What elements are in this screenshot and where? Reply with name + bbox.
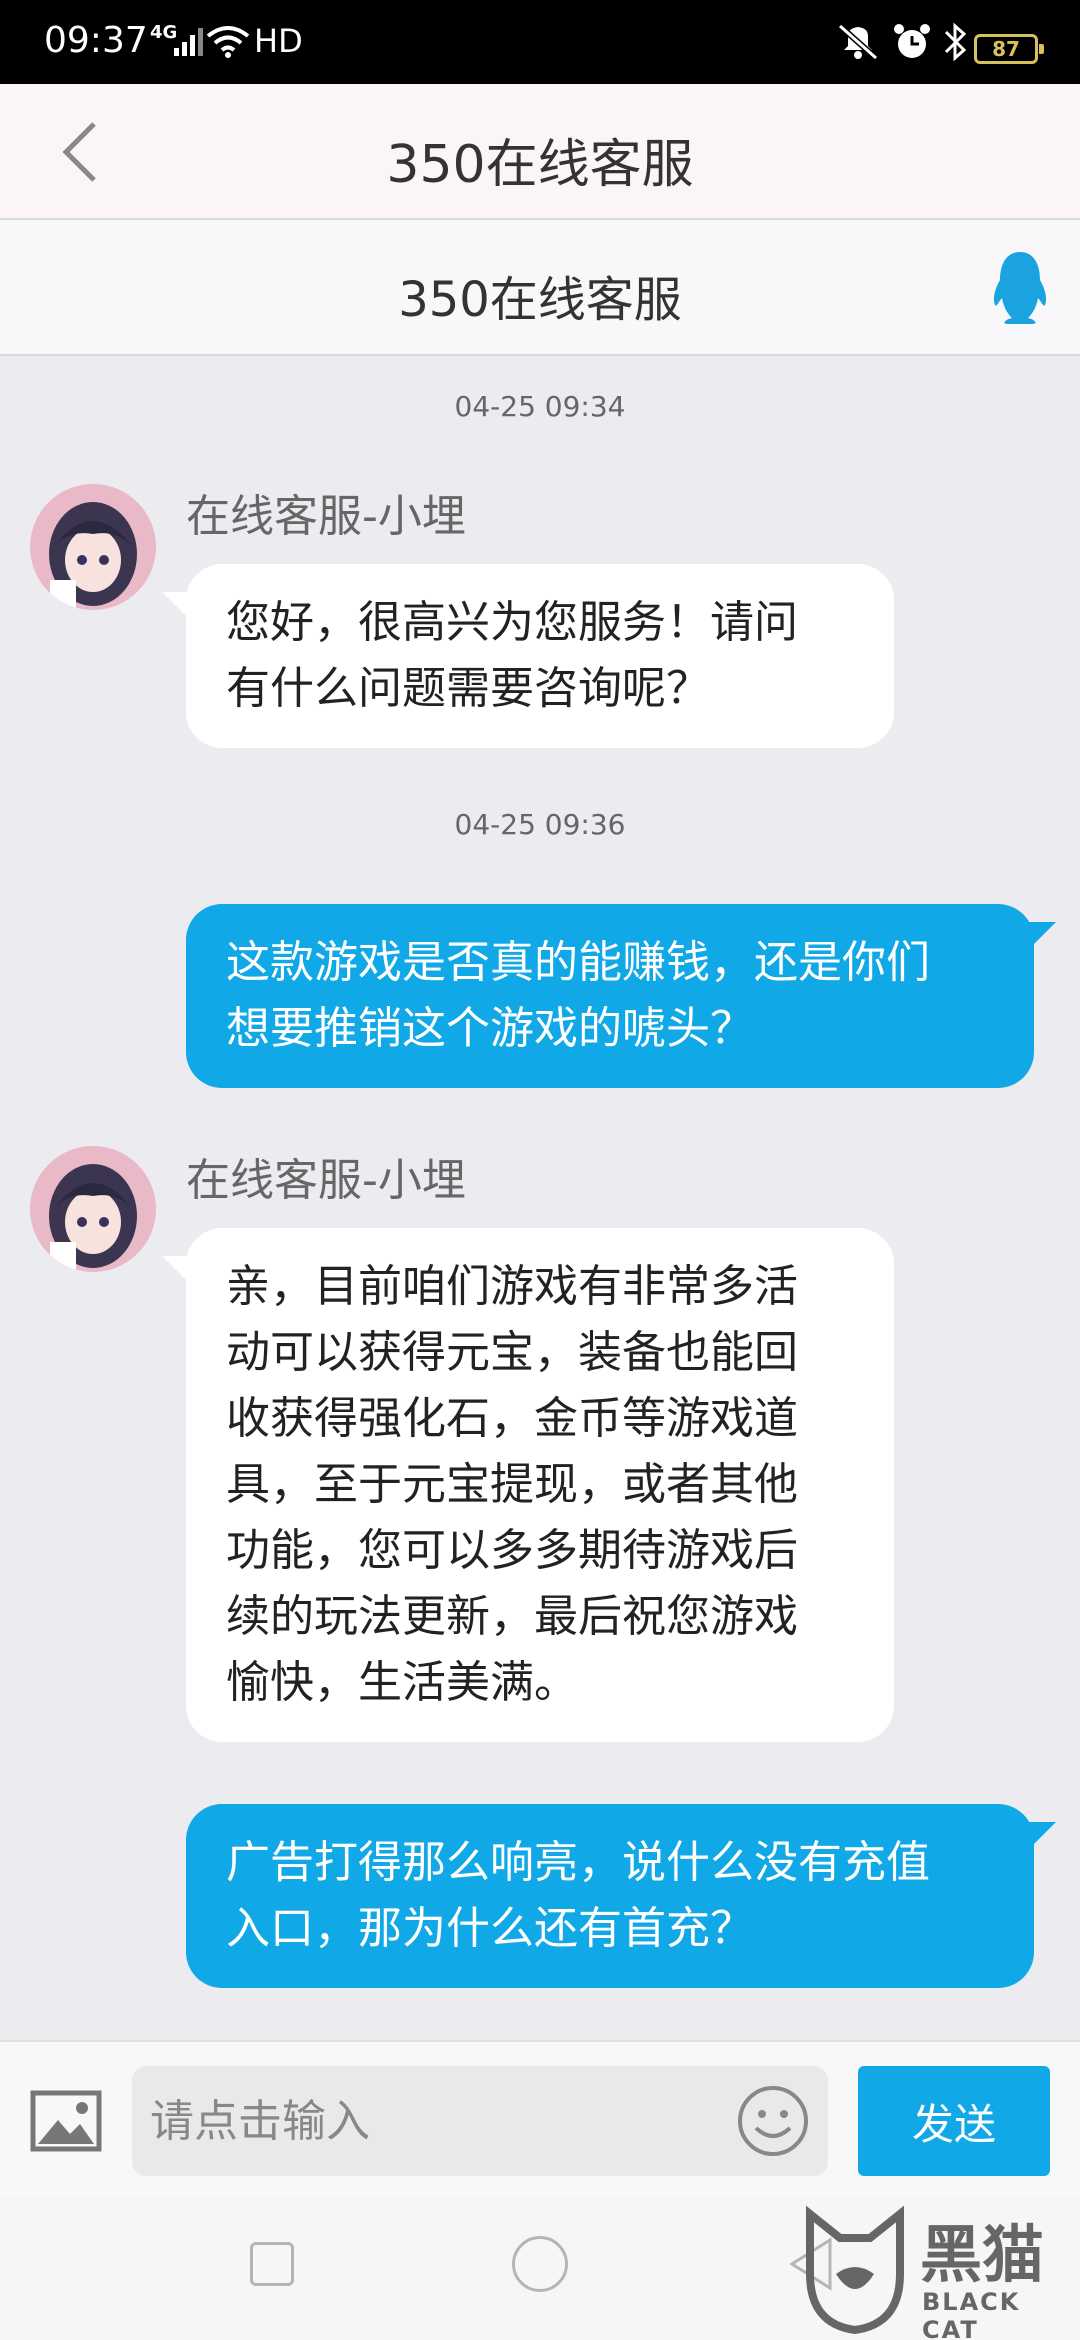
bluetooth-icon	[944, 22, 967, 62]
message-timestamp: 04-25 09:36	[454, 808, 626, 841]
watermark: 黑猫 BLACK CAT	[800, 2204, 1080, 2340]
image-picker-icon[interactable]	[30, 2090, 102, 2152]
chat-title: 350在线客服	[398, 272, 682, 328]
emoji-icon[interactable]	[736, 2084, 810, 2158]
title-bar: 350在线客服	[0, 84, 1080, 220]
outgoing-message[interactable]: 这款游戏是否真的能赚钱，还是你们 想要推销这个游戏的唬头？	[186, 904, 1056, 1088]
page-title: 350在线客服	[386, 135, 694, 195]
message-line: 续的玩法更新，最后祝您游戏	[226, 1591, 798, 1642]
send-button[interactable]: 发送	[858, 2066, 1050, 2176]
message-line: 愉快，生活美满。	[226, 1657, 578, 1708]
watermark-subtext: BLACK CAT	[922, 2288, 1021, 2340]
battery-level: 87	[992, 37, 1020, 61]
watermark-text: 黑猫	[920, 2218, 1045, 2291]
wifi-icon	[206, 26, 250, 58]
agent-avatar[interactable]	[30, 1146, 156, 1272]
black-cat-logo	[806, 2205, 904, 2334]
chat-header: 350在线客服	[0, 220, 1080, 356]
sender-name: 在线客服-小埋	[186, 1155, 466, 1206]
message-line: 亲，目前咱们游戏有非常多活	[226, 1261, 798, 1312]
sender-name: 在线客服-小埋	[186, 491, 466, 542]
outgoing-message[interactable]: 广告打得那么响亮，说什么没有充值 入口，那为什么还有首充？	[186, 1804, 1056, 1988]
message-line: 有什么问题需要咨询呢？	[226, 663, 710, 714]
clock: 09:37	[44, 20, 148, 61]
qq-penguin-icon[interactable]	[990, 250, 1050, 326]
message-line: 广告打得那么响亮，说什么没有充值	[226, 1837, 930, 1888]
home-icon[interactable]	[512, 2236, 568, 2292]
agent-avatar[interactable]	[30, 484, 156, 610]
message-input[interactable]	[132, 2066, 828, 2176]
chat-area[interactable]: 04-25 09:34 在线客服-小埋 您好，很高兴为您服务！请问 有什么问题需…	[0, 356, 1080, 2040]
recent-apps-icon[interactable]	[250, 2242, 294, 2286]
status-bar: 09:37 4G HD 87	[0, 0, 1080, 84]
message-line: 入口，那为什么还有首充？	[226, 1903, 754, 1954]
mute-icon	[838, 23, 878, 61]
incoming-message[interactable]: 您好，很高兴为您服务！请问 有什么问题需要咨询呢？	[162, 564, 894, 748]
message-line: 想要推销这个游戏的唬头？	[226, 1003, 754, 1054]
incoming-message[interactable]: 亲，目前咱们游戏有非常多活 动可以获得元宝，装备也能回 收获得强化石，金币等游戏…	[162, 1228, 894, 1742]
message-line: 功能，您可以多多期待游戏后	[226, 1525, 798, 1576]
message-line: 动可以获得元宝，装备也能回	[226, 1327, 798, 1378]
message-line: 收获得强化石，金币等游戏道	[226, 1393, 798, 1444]
message-line: 具，至于元宝提现，或者其他	[226, 1459, 798, 1510]
message-line: 这款游戏是否真的能赚钱，还是你们	[226, 937, 930, 988]
input-bar: 发送	[0, 2040, 1080, 2196]
alarm-icon	[894, 24, 930, 58]
message-line: 您好，很高兴为您服务！请问	[226, 597, 798, 648]
signal-icon	[174, 28, 203, 56]
hd-indicator: HD	[254, 22, 303, 60]
message-timestamp: 04-25 09:34	[454, 390, 626, 423]
battery-icon: 87	[974, 34, 1044, 64]
